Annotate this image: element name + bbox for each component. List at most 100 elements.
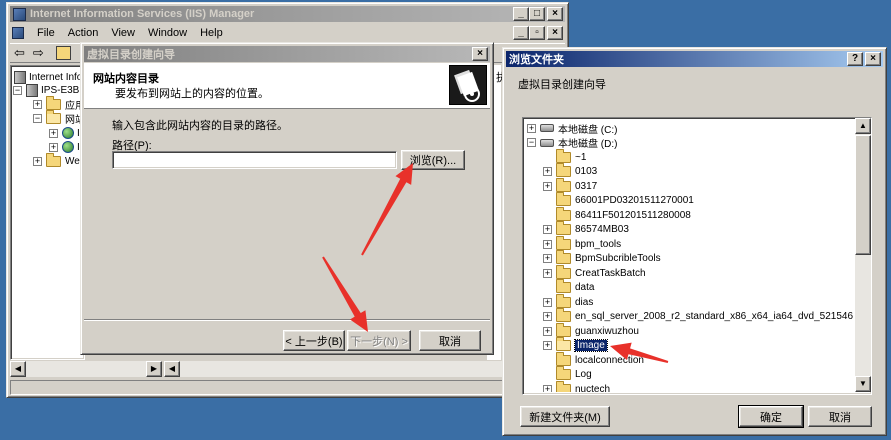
folder-item[interactable]: +0103: [543, 163, 597, 179]
folder-icon: [556, 279, 571, 293]
help-button[interactable]: ?: [847, 52, 863, 66]
tree-item-site-1[interactable]: + I: [49, 126, 80, 140]
expand-icon[interactable]: +: [49, 142, 58, 152]
minimize-button[interactable]: _: [513, 7, 529, 21]
folder-item[interactable]: 66001PD03201511270001: [543, 192, 694, 208]
folder-label: 86411F501201511280008: [575, 209, 691, 221]
up-folder-icon[interactable]: [55, 46, 71, 60]
menu-window[interactable]: Window: [148, 27, 187, 39]
new-folder-button[interactable]: 新建文件夹(M): [520, 406, 610, 427]
expand-icon[interactable]: +: [543, 326, 552, 336]
drive-item[interactable]: − 本地磁盘 (D:): [527, 136, 617, 150]
expand-icon[interactable]: +: [543, 268, 552, 278]
folder-label: ~1: [575, 151, 587, 163]
back-arrow-icon[interactable]: ⇦: [14, 45, 25, 61]
expand-icon[interactable]: +: [49, 128, 58, 138]
folder-item[interactable]: Log: [543, 366, 592, 382]
expand-icon[interactable]: +: [543, 297, 552, 307]
browse-title-bar[interactable]: 浏览文件夹 ? ×: [506, 51, 883, 67]
folder-icon: [46, 95, 61, 110]
wizard-cancel-button[interactable]: 取消: [419, 330, 481, 351]
scroll-down-icon[interactable]: ▼: [855, 376, 871, 392]
menu-help[interactable]: Help: [200, 27, 223, 39]
status-bar: [10, 380, 565, 395]
tree-horizontal-scrollbar[interactable]: ◀ ▶: [10, 361, 162, 377]
tree-item-websites[interactable]: − 网站: [33, 109, 85, 126]
back-button[interactable]: < 上一步(B): [283, 330, 345, 351]
details-horizontal-scrollbar[interactable]: ◀: [164, 361, 502, 377]
tree-item-server[interactable]: − IPS-E3B: [13, 83, 79, 97]
folder-tree-scrollbar[interactable]: ▲ ▼: [855, 118, 871, 392]
gear-book-icon: [454, 69, 480, 102]
folder-item[interactable]: localconnection: [543, 351, 644, 367]
folder-item[interactable]: + nuctech: [543, 380, 610, 392]
tree-item-site-2[interactable]: + I: [49, 140, 80, 154]
folder-item[interactable]: +0317: [543, 177, 597, 193]
folder-icon: [556, 322, 571, 337]
wizard-title-bar[interactable]: 虚拟目录创建向导 ×: [84, 46, 490, 62]
folder-item[interactable]: + dias: [543, 293, 593, 309]
folder-item[interactable]: + en_sql_server_2008_r2_standard_x86_x64_…: [543, 308, 853, 324]
folder-item[interactable]: 86411F501201511280008: [543, 206, 691, 222]
folder-icon: [556, 380, 571, 392]
scroll-left-icon[interactable]: ◀: [164, 361, 180, 377]
child-restore-button[interactable]: ▫: [529, 26, 545, 40]
expand-icon[interactable]: +: [33, 156, 42, 166]
expand-icon[interactable]: +: [543, 239, 552, 249]
tree-item-web-extensions[interactable]: + Web: [33, 152, 85, 168]
expand-icon[interactable]: +: [543, 312, 552, 321]
collapse-icon[interactable]: −: [527, 138, 536, 147]
console-tree: Internet Infor − IPS-E3B + 应用 − 网站 + I +…: [10, 65, 86, 360]
browse-description: 虚拟目录创建向导: [518, 79, 606, 91]
iis-title-bar[interactable]: Internet Information Services (IIS) Mana…: [10, 6, 565, 22]
scroll-left-icon[interactable]: ◀: [10, 361, 26, 377]
ok-button[interactable]: 确定: [738, 405, 804, 428]
expand-icon[interactable]: +: [543, 384, 552, 392]
scroll-right-icon[interactable]: ▶: [146, 361, 162, 377]
menu-file[interactable]: File: [37, 27, 55, 39]
globe-icon: [62, 141, 74, 153]
expand-icon[interactable]: +: [543, 167, 552, 176]
forward-arrow-icon[interactable]: ⇨: [33, 45, 44, 61]
folder-item[interactable]: + bpm_tools: [543, 235, 621, 251]
collapse-icon[interactable]: −: [33, 113, 42, 123]
folder-item[interactable]: ~1: [543, 148, 587, 164]
tree-item-root[interactable]: Internet Infor: [14, 70, 86, 84]
close-button[interactable]: ×: [547, 7, 563, 21]
collapse-icon[interactable]: −: [13, 85, 22, 95]
expand-icon[interactable]: +: [543, 254, 552, 263]
maximize-button[interactable]: □: [529, 7, 545, 21]
folder-item[interactable]: +86574MB03: [543, 221, 629, 237]
scroll-up-icon[interactable]: ▲: [855, 118, 871, 134]
drive-item[interactable]: + 本地磁盘 (C:): [527, 121, 617, 136]
folder-item[interactable]: data: [543, 279, 594, 295]
expand-icon[interactable]: +: [543, 341, 552, 350]
folder-item[interactable]: + CreatTaskBatch: [543, 264, 646, 280]
menu-action[interactable]: Action: [68, 27, 99, 39]
child-close-button[interactable]: ×: [547, 26, 563, 40]
browse-close-button[interactable]: ×: [865, 52, 881, 66]
expand-icon[interactable]: +: [33, 99, 42, 109]
folder-icon: [556, 177, 571, 192]
folder-label: localconnection: [575, 354, 644, 366]
child-minimize-button[interactable]: _: [513, 26, 529, 40]
browse-cancel-button[interactable]: 取消: [808, 406, 872, 427]
wizard-header: 网站内容目录 要发布到网站上的内容的位置。: [84, 63, 490, 109]
folder-label: BpmSubcribleTools: [575, 253, 661, 264]
expand-icon[interactable]: +: [543, 181, 552, 191]
expand-icon[interactable]: +: [543, 225, 552, 234]
folder-icon: [556, 351, 571, 366]
scroll-thumb[interactable]: [855, 135, 871, 255]
browse-button[interactable]: 浏览(R)...: [401, 150, 465, 170]
folder-open-icon: [556, 337, 571, 351]
virtual-directory-wizard: 虚拟目录创建向导 × 网站内容目录 要发布到网站上的内容的位置。 输入包含此网站…: [80, 42, 494, 355]
folder-item[interactable]: + BpmSubcribleTools: [543, 250, 661, 266]
tree-item-app-pools[interactable]: + 应用: [33, 95, 85, 112]
expand-icon[interactable]: +: [527, 123, 536, 133]
wizard-close-button[interactable]: ×: [472, 47, 488, 61]
folder-list: + 本地磁盘 (C:) − 本地磁盘 (D:) ~1 +0103 +0317 66001PD0…: [523, 118, 853, 392]
menu-view[interactable]: View: [111, 27, 135, 39]
folder-item[interactable]: + guanxiwuzhou: [543, 322, 639, 338]
path-input[interactable]: [112, 151, 397, 169]
folder-item[interactable]: + Image: [543, 337, 608, 353]
